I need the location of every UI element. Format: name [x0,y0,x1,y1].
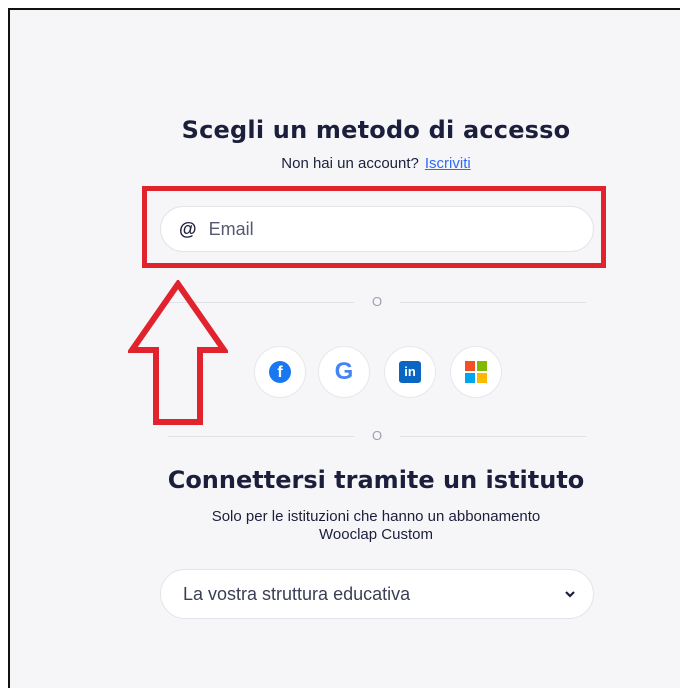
linkedin-login-button[interactable]: in [384,346,436,398]
signup-line: Non hai un account? Iscriviti [0,155,682,172]
signup-link[interactable]: Iscriviti [425,155,471,172]
chevron-down-icon [565,591,575,598]
google-login-button[interactable]: G [318,346,370,398]
facebook-login-button[interactable]: f [254,346,306,398]
highlight-box [142,186,606,268]
institution-title: Connettersi tramite un istituto [167,466,585,494]
microsoft-icon [465,361,487,383]
google-icon: G [334,358,354,385]
divider-2: O [168,428,586,444]
login-title: Scegli un metodo di accesso [181,116,571,144]
description-line-2: Wooclap Custom [319,526,433,543]
divider: O [168,294,586,310]
institution-select[interactable]: La vostra struttura educativa [160,569,594,619]
microsoft-login-button[interactable] [450,346,502,398]
institution-description: Solo per le istituzioni che hanno un abb… [0,508,682,544]
linkedin-icon: in [399,361,421,383]
no-account-text: Non hai un account? [281,155,419,172]
facebook-icon: f [269,361,291,383]
select-value: La vostra struttura educativa [183,583,411,604]
up-arrow-icon [128,280,228,425]
description-line-1: Solo per le istituzioni che hanno un abb… [211,508,541,525]
